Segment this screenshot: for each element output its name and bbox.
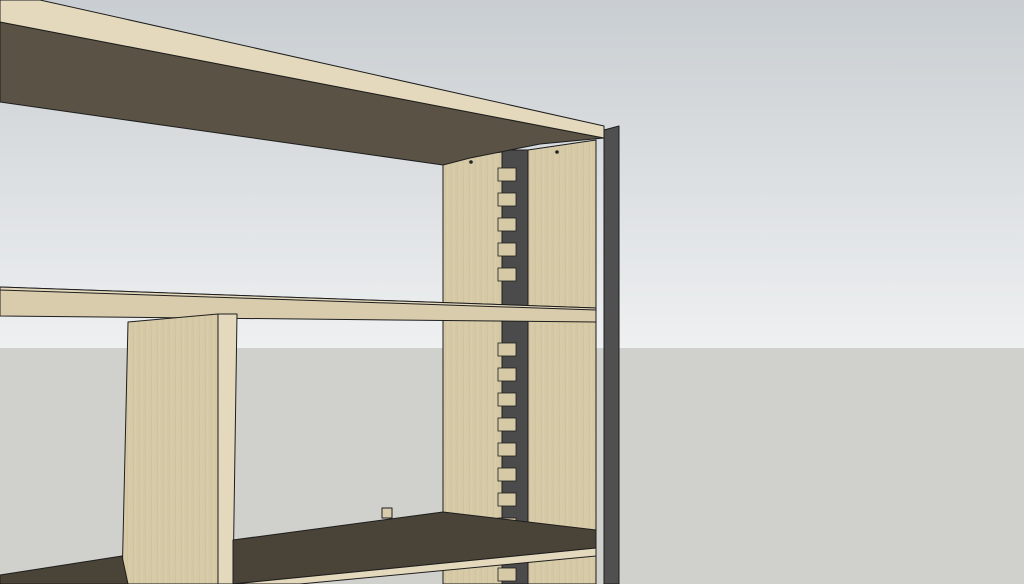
end-panel [603,125,620,584]
dado-notch [497,192,517,207]
screw-hole [555,150,559,154]
dado-notch [497,217,517,232]
divider-panel-left [121,313,219,584]
dado-notch [497,392,517,407]
dado-notch [497,567,517,582]
bookshelf-scene [0,0,1024,584]
dado-notch [497,242,517,257]
dado-notch [497,267,517,282]
dado-notch [497,342,517,357]
dado-notch [497,367,517,382]
dado-notch [497,417,517,432]
dado-notch [497,442,517,457]
dado-notch [497,492,517,507]
dado-notch [497,167,517,182]
dado-notch [497,467,517,482]
model-viewport[interactable] [0,0,1024,584]
shelf-pin [381,507,393,519]
side-panel-right [527,139,597,584]
screw-hole [469,160,473,164]
